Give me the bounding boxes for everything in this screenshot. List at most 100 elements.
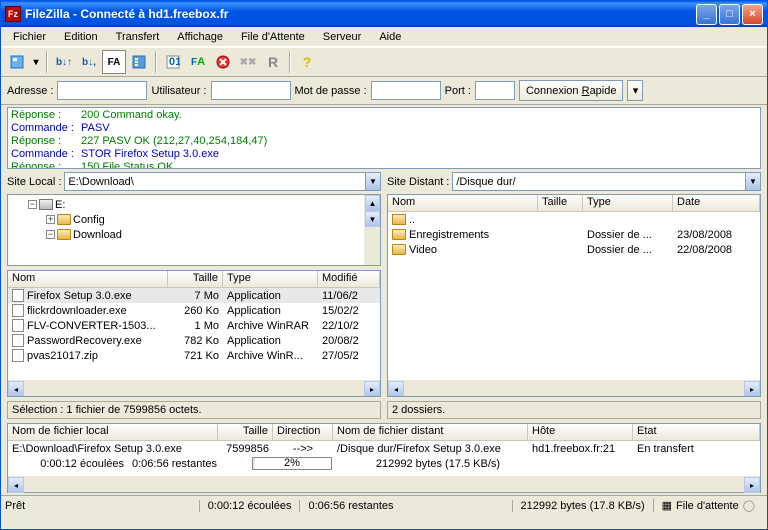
local-path-input[interactable] bbox=[65, 173, 365, 190]
minimize-button[interactable]: _ bbox=[696, 4, 717, 25]
status-queue-tab[interactable]: ▦ File d'attente ◯ bbox=[653, 499, 763, 512]
col-distant[interactable]: Nom de fichier distant bbox=[333, 424, 528, 440]
expand-icon[interactable]: − bbox=[28, 200, 37, 209]
refresh-button[interactable] bbox=[127, 50, 151, 74]
horizontal-scrollbar[interactable]: ◂▸ bbox=[8, 380, 380, 396]
local-tree[interactable]: ▲▼ −E:+Config−Download bbox=[7, 194, 381, 266]
queue-remote-file: /Disque dur/Firefox Setup 3.0.exe bbox=[333, 443, 528, 455]
toolbar-sep bbox=[289, 51, 291, 73]
menu-serveur[interactable]: Serveur bbox=[315, 29, 370, 45]
expand-icon[interactable]: + bbox=[46, 215, 55, 224]
port-input[interactable] bbox=[475, 81, 515, 100]
file-row[interactable]: PasswordRecovery.exe782 KoApplication20/… bbox=[8, 333, 380, 348]
queue-row[interactable]: E:\Download\Firefox Setup 3.0.exe 759985… bbox=[8, 441, 760, 456]
queue-bytes: 212992 bytes (17.5 KB/s) bbox=[338, 458, 538, 470]
binary-button[interactable]: 01 bbox=[161, 50, 185, 74]
file-row[interactable]: Firefox Setup 3.0.exe7 MoApplication11/0… bbox=[8, 288, 380, 303]
reconnect-button[interactable]: R bbox=[261, 50, 285, 74]
menu-transfert[interactable]: Transfert bbox=[108, 29, 168, 45]
menu-fichier[interactable]: Fichier bbox=[5, 29, 54, 45]
menubar: Fichier Edition Transfert Affichage File… bbox=[1, 27, 767, 47]
status-bytes: 212992 bytes (17.8 KB/s) bbox=[512, 500, 653, 512]
menu-file-attente[interactable]: File d'Attente bbox=[233, 29, 313, 45]
fa-action-button[interactable]: FA bbox=[186, 50, 210, 74]
remote-type: Dossier de ... bbox=[583, 229, 673, 241]
file-date: 22/10/2 bbox=[318, 320, 380, 332]
log-line: Commande :STOR Firefox Setup 3.0.exe bbox=[11, 148, 757, 161]
file-type: Archive WinR... bbox=[223, 350, 318, 362]
queue-header[interactable]: Nom de fichier local Taille Direction No… bbox=[8, 424, 760, 441]
remote-file-list[interactable]: Nom Taille Type Date .. Enregistrements Do… bbox=[387, 194, 761, 397]
cancel-button[interactable] bbox=[211, 50, 235, 74]
col-taille[interactable]: Taille bbox=[168, 271, 223, 287]
col-type[interactable]: Type bbox=[583, 195, 673, 211]
remote-path-input[interactable] bbox=[453, 173, 745, 190]
file-row[interactable]: pvas21017.zip721 KoArchive WinR...27/05/… bbox=[8, 348, 380, 363]
local-status: Sélection : 1 fichier de 7599856 octets. bbox=[7, 401, 381, 419]
col-nom[interactable]: Nom bbox=[388, 195, 538, 211]
menu-affichage[interactable]: Affichage bbox=[169, 29, 231, 45]
remote-name: .. bbox=[409, 214, 415, 226]
menu-edition[interactable]: Edition bbox=[56, 29, 106, 45]
col-modifie[interactable]: Modifié bbox=[318, 271, 380, 287]
local-list-header[interactable]: Nom Taille Type Modifié bbox=[8, 271, 380, 288]
file-name: pvas21017.zip bbox=[27, 350, 98, 362]
file-type: Application bbox=[223, 335, 318, 347]
toggle-fa-button[interactable]: FA bbox=[102, 50, 126, 74]
col-taille[interactable]: Taille bbox=[218, 424, 273, 440]
file-size: 260 Ko bbox=[168, 305, 223, 317]
maximize-button[interactable]: □ bbox=[719, 4, 740, 25]
col-nom[interactable]: Nom bbox=[8, 271, 168, 287]
col-direction[interactable]: Direction bbox=[273, 424, 333, 440]
expand-icon[interactable]: − bbox=[46, 230, 55, 239]
remote-row[interactable]: VideoDossier de ...22/08/2008 bbox=[388, 242, 760, 257]
file-type: Archive WinRAR bbox=[223, 320, 318, 332]
site-manager-button[interactable] bbox=[5, 50, 29, 74]
tree-item[interactable]: −E: bbox=[10, 197, 378, 212]
connexion-rapide-button[interactable]: Connexion Rapide bbox=[519, 80, 624, 101]
menu-aide[interactable]: Aide bbox=[371, 29, 409, 45]
folder-icon bbox=[57, 229, 71, 240]
motdepasse-input[interactable] bbox=[371, 81, 441, 100]
col-taille[interactable]: Taille bbox=[538, 195, 583, 211]
local-path-combo[interactable]: ▼ bbox=[64, 172, 381, 191]
col-type[interactable]: Type bbox=[223, 271, 318, 287]
col-date[interactable]: Date bbox=[673, 195, 760, 211]
horizontal-scrollbar[interactable]: ◂▸ bbox=[388, 380, 760, 396]
remote-row[interactable]: .. bbox=[388, 212, 760, 227]
remote-list-header[interactable]: Nom Taille Type Date bbox=[388, 195, 760, 212]
local-file-list[interactable]: Nom Taille Type Modifié Firefox Setup 3.… bbox=[7, 270, 381, 397]
queue-local-file: E:\Download\Firefox Setup 3.0.exe bbox=[8, 443, 218, 455]
file-icon bbox=[12, 304, 24, 317]
toggle-tree-button[interactable]: b↓, bbox=[77, 50, 101, 74]
remote-name: Enregistrements bbox=[409, 229, 489, 241]
chevron-down-icon[interactable]: ▼ bbox=[365, 173, 380, 190]
queue-pane[interactable]: Nom de fichier local Taille Direction No… bbox=[7, 423, 761, 493]
toolbar-sep bbox=[46, 51, 48, 73]
connexion-dropdown[interactable]: ▾ bbox=[627, 80, 643, 101]
tree-item[interactable]: −Download bbox=[10, 227, 378, 242]
disconnect-button[interactable]: ✖✖ bbox=[236, 50, 260, 74]
scrollbar[interactable]: ▲▼ bbox=[364, 195, 380, 265]
col-hote[interactable]: Hôte bbox=[528, 424, 633, 440]
close-button[interactable]: × bbox=[742, 4, 763, 25]
folder-icon bbox=[392, 229, 406, 240]
col-local[interactable]: Nom de fichier local bbox=[8, 424, 218, 440]
adresse-input[interactable] bbox=[57, 81, 147, 100]
chevron-down-icon[interactable]: ▼ bbox=[745, 173, 760, 190]
log-pane[interactable]: Réponse :200 Command okay.Commande :PASV… bbox=[7, 107, 761, 169]
queue-scrollbar[interactable]: ◂▸ bbox=[8, 476, 760, 492]
file-row[interactable]: flickrdownloader.exe260 KoApplication15/… bbox=[8, 303, 380, 318]
remote-path-combo[interactable]: ▼ bbox=[452, 172, 761, 191]
queue-progress-row: 0:00:12 écoulées 0:06:56 restantes 2% 21… bbox=[8, 456, 760, 471]
progress-bar: 2% bbox=[252, 457, 332, 470]
tree-item[interactable]: +Config bbox=[10, 212, 378, 227]
help-button[interactable]: ? bbox=[295, 50, 319, 74]
file-row[interactable]: FLV-CONVERTER-1503...1 MoArchive WinRAR2… bbox=[8, 318, 380, 333]
site-manager-dropdown[interactable]: ▾ bbox=[30, 50, 42, 74]
col-etat[interactable]: Etat bbox=[633, 424, 760, 440]
utilisateur-input[interactable] bbox=[211, 81, 291, 100]
toggle-log-button[interactable]: b↓↑ bbox=[52, 50, 76, 74]
file-size: 7 Mo bbox=[168, 290, 223, 302]
remote-row[interactable]: EnregistrementsDossier de ...23/08/2008 bbox=[388, 227, 760, 242]
